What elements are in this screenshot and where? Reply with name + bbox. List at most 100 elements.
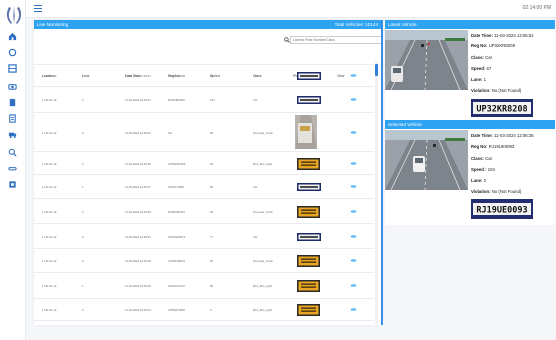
search-icon[interactable] <box>8 148 17 157</box>
view-eye-icon[interactable] <box>350 209 357 214</box>
panel-title: Live Monitoring <box>37 22 69 27</box>
sidebar <box>0 0 26 340</box>
selected-datetime-row: Date Time: 11-03-2024 12:06:35 <box>471 133 534 138</box>
vehicle-thumbnail <box>295 115 317 149</box>
view-eye-icon[interactable] <box>350 307 357 312</box>
view-eye-icon[interactable] <box>350 184 357 189</box>
latest-speed-row: Speed: 67 <box>471 66 492 71</box>
cell-lane: 2 <box>82 259 84 263</box>
grid-icon[interactable] <box>8 64 17 73</box>
selected-plate-image: RJ19UE0093 <box>471 199 533 219</box>
table-row[interactable]: L-UP-01-12 2 11-03-2024 12:06:36 RJ05GB7023… <box>34 198 374 223</box>
view-eye-icon[interactable] <box>350 97 357 102</box>
file-icon[interactable] <box>8 98 17 107</box>
topbar: 02:14:00 PM <box>26 0 556 18</box>
selected-vehicle-header: Selected Vehicle <box>385 120 555 129</box>
latest-class-row: Class: Car <box>471 55 493 60</box>
cell-datetime: 11-03-2024 12:06:51 <box>125 74 151 78</box>
cell-lane: 1 <box>82 284 84 288</box>
vehicle-icon[interactable] <box>8 130 17 139</box>
table-row[interactable]: L-UP-01-12 1 11-03-2024 12:06:26 UP32LK2319… <box>34 272 374 298</box>
cell-lane: 2 <box>82 308 84 312</box>
selected-datetime: 11-03-2024 12:06:35 <box>494 133 534 138</box>
search-input[interactable] <box>291 37 382 43</box>
selected-speed: 104 <box>487 167 495 172</box>
scrollbar-thumb[interactable] <box>375 64 378 76</box>
plate-thumbnail <box>297 206 320 218</box>
camera-icon[interactable] <box>8 82 17 91</box>
cell-location: L-UP-01-12 <box>42 235 57 239</box>
latest-datetime-row: Date Time: 11-03-2024 12:06:51 <box>471 33 534 38</box>
settings-icon[interactable] <box>8 180 17 189</box>
latest-plate-text: UP32KR8208 <box>476 105 527 115</box>
table-row[interactable]: L-UP-01-12 2 11-03-2024 12:06:28 UP32FH5041… <box>34 248 374 272</box>
cell-location: L-UP-01-12 <box>42 210 57 214</box>
cell-location: L-UP-01-12 <box>42 185 57 189</box>
table-row[interactable]: L-UP-01-12 2 11-03-2024 12:06:31 UP32GE9372… <box>34 223 374 248</box>
view-eye-icon[interactable] <box>350 258 357 263</box>
selected-violation: No (Not Found) <box>491 189 522 194</box>
latest-lane-row: Lane: 1 <box>471 77 487 82</box>
cell-location: L-UP-01-12 <box>42 131 57 135</box>
cell-reg: NA <box>168 131 172 135</box>
cell-location: L-UP-01-12 <box>42 284 57 288</box>
latest-datetime: 11-03-2024 12:06:51 <box>494 33 534 38</box>
plate-thumbnail <box>297 96 321 104</box>
cell-datetime: 11-03-2024 12:06:42 <box>125 131 151 135</box>
cell-lane: 2 <box>82 98 84 102</box>
cell-location: L-UP-01-12 <box>42 74 57 78</box>
cell-class: Car <box>253 74 258 78</box>
latest-class: Car <box>485 55 493 60</box>
cell-class: Two-axle_Truck <box>253 210 273 214</box>
plate-thumbnail <box>297 158 320 170</box>
cell-reg: UP32FH5041 <box>168 259 185 263</box>
clock: 02:14:00 PM <box>522 5 551 11</box>
view-eye-icon[interactable] <box>350 130 357 135</box>
cell-speed: 64 <box>210 259 214 263</box>
latest-plate-image: UP32KR8208 <box>471 99 533 117</box>
cell-reg: UP53DN1203 <box>168 162 186 166</box>
total-vehicles: Total Vehicles: 10144 <box>334 22 378 27</box>
search-icon <box>284 37 290 43</box>
table-row[interactable]: L-UP-01-12 2 11-03-2024 12:06:42 NA 56 Two-ax… <box>34 112 374 151</box>
table-row[interactable]: L-UP-01-12 1 11-03-2024 12:06:37 UP32LJ4881… <box>34 174 374 198</box>
cell-class: Mini_Bus_Light <box>253 284 273 288</box>
cell-speed: 59 <box>210 185 214 189</box>
table-row[interactable]: L-UP-01-12 2 11-03-2024 12:06:51 UP32KR8208… <box>34 64 374 86</box>
cell-lane: 2 <box>82 131 84 135</box>
cell-class: Mini_Bus_Light <box>253 162 273 166</box>
cell-lane: 2 <box>82 210 84 214</box>
cell-class: Car <box>253 235 258 239</box>
view-eye-icon[interactable] <box>350 283 357 288</box>
selected-plate-text: RJ19UE0093 <box>476 206 527 216</box>
table-scrollbar[interactable] <box>375 62 378 324</box>
latest-violation: No (Not Found) <box>491 88 522 93</box>
selected-reg-row: Reg No: RJ19UE0093 <box>471 144 515 149</box>
cell-speed: 66 <box>210 210 214 214</box>
plate-thumbnail <box>297 304 320 316</box>
report-icon[interactable] <box>8 114 17 123</box>
monitor-icon[interactable] <box>8 48 17 57</box>
cell-reg: RJ05GB7023 <box>168 210 185 214</box>
view-eye-icon[interactable] <box>350 73 357 78</box>
cell-lane: 2 <box>82 74 84 78</box>
cell-reg: RJ19UE0093 <box>168 98 185 102</box>
cell-location: L-UP-01-12 <box>42 259 57 263</box>
plate-thumbnail <box>297 183 321 191</box>
hamburger-icon[interactable] <box>34 5 42 12</box>
cell-datetime: 11-03-2024 12:06:37 <box>125 185 151 189</box>
view-eye-icon[interactable] <box>350 234 357 239</box>
table-row[interactable]: L-UP-01-12 2 11-03-2024 12:06:47 RJ19UE0093… <box>34 86 374 112</box>
table-row[interactable]: L-UP-01-12 2 11-03-2024 12:06:24 UP53HT3852… <box>34 298 374 320</box>
cell-datetime: 11-03-2024 12:06:47 <box>125 98 151 102</box>
view-eye-icon[interactable] <box>350 161 357 166</box>
link-icon[interactable] <box>8 164 17 173</box>
panel-divider <box>381 20 383 325</box>
home-icon[interactable] <box>8 32 17 41</box>
table-row[interactable]: L-UP-01-12 2 11-03-2024 12:06:38 UP53DN1203… <box>34 151 374 174</box>
cell-reg: UP32LJ4881 <box>168 185 185 189</box>
cell-class: Two-axle_Truck <box>253 131 273 135</box>
cell-lane: 2 <box>82 162 84 166</box>
table-row[interactable]: L-UP-01-12211-03-2024 12:06:20UP53CT7737… <box>34 320 374 325</box>
selected-class: Car <box>485 156 493 161</box>
